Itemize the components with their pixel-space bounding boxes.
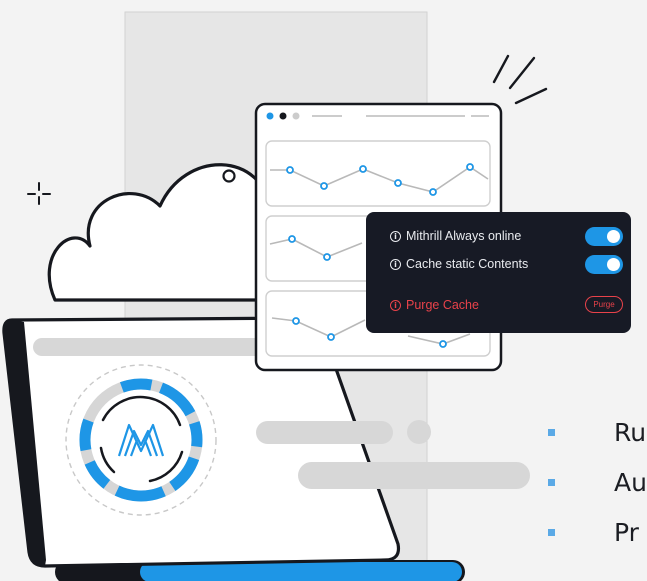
setting-row-purge-cache: i Purge Cache — [390, 298, 479, 312]
bullet-icon — [548, 529, 555, 536]
placeholder-bar — [256, 421, 393, 444]
window-dot — [279, 112, 287, 120]
list-item: Au — [548, 468, 647, 497]
setting-row-cache-static: i Cache static Contents — [390, 257, 528, 271]
bullet-icon — [548, 479, 555, 486]
purge-cache-label: Purge Cache — [406, 298, 479, 312]
cache-settings-panel: i Mithrill Always online i Cache static … — [366, 212, 631, 333]
toggle-knob — [607, 258, 620, 271]
toggle-knob — [607, 230, 620, 243]
info-icon: i — [390, 299, 401, 311]
setting-label: Mithrill Always online — [406, 229, 522, 243]
bullet-icon — [548, 429, 555, 436]
list-item-text: Pr — [614, 518, 639, 547]
cache-static-toggle[interactable] — [585, 255, 623, 274]
purge-button[interactable]: Purge — [585, 296, 623, 313]
list-item-text: Ru — [614, 418, 647, 447]
sparkle-icon — [27, 182, 51, 205]
burst-lines-icon — [492, 54, 548, 105]
info-icon: i — [390, 258, 401, 270]
setting-label: Cache static Contents — [406, 257, 529, 271]
list-item: Ru — [548, 418, 646, 447]
list-item-text: Au — [614, 468, 647, 497]
chart-panel — [265, 140, 491, 207]
list-item: Pr — [548, 518, 639, 547]
screen-header-bar — [33, 338, 273, 356]
placeholder-bar — [298, 462, 530, 489]
info-icon: i — [390, 230, 401, 242]
window-dot — [292, 112, 300, 120]
placeholder-dot — [407, 420, 431, 444]
window-dot-active — [266, 112, 274, 120]
always-online-toggle[interactable] — [585, 227, 623, 246]
setting-row-always-online: i Mithrill Always online — [390, 229, 521, 243]
